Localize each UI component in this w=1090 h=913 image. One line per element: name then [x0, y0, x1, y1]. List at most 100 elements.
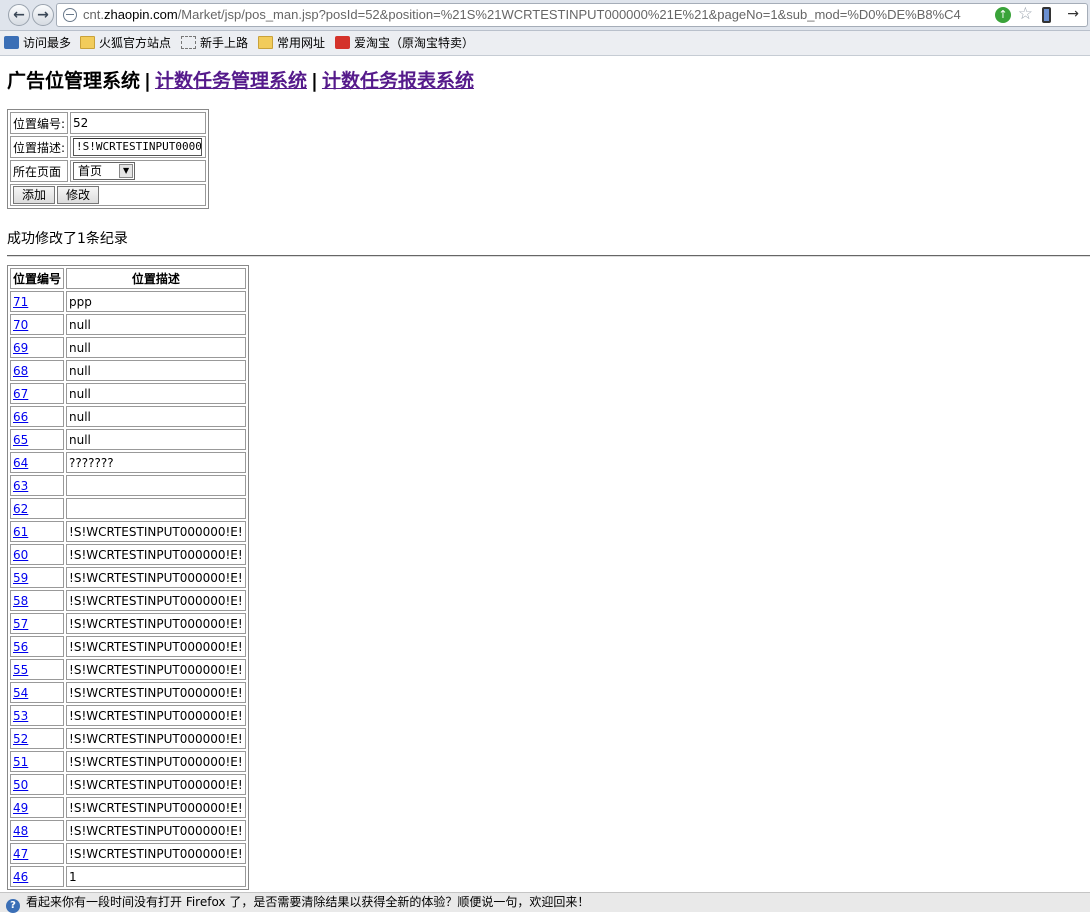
- table-row: 63: [10, 475, 246, 496]
- position-id-link[interactable]: 62: [13, 502, 28, 516]
- position-id-link[interactable]: 57: [13, 617, 28, 631]
- bookmark-most-visited[interactable]: 访问最多: [4, 34, 71, 52]
- position-id-cell: 58: [10, 590, 65, 611]
- count-task-management-link[interactable]: 计数任务管理系统: [155, 70, 307, 92]
- position-id-cell: 56: [10, 636, 65, 657]
- position-id-link[interactable]: 48: [13, 824, 28, 838]
- position-id-cell: 60: [10, 544, 65, 565]
- table-row: 56 !S!WCRTESTINPUT000000!E!: [10, 636, 246, 657]
- position-desc-cell: !S!WCRTESTINPUT000000!E!: [66, 705, 246, 726]
- modify-button[interactable]: 修改: [57, 186, 100, 204]
- position-id-link[interactable]: 53: [13, 709, 28, 723]
- position-desc-cell: !S!WCRTESTINPUT000000!E!: [66, 659, 246, 680]
- status-message: 成功修改了1条纪录: [7, 231, 128, 247]
- url-text[interactable]: cnt.zhaopin.com/Market/jsp/pos_man.jsp?p…: [83, 7, 961, 22]
- position-id-cell: 50: [10, 774, 65, 795]
- table-row: 53 !S!WCRTESTINPUT000000!E!: [10, 705, 246, 726]
- table-row: 65 null: [10, 429, 246, 450]
- mobile-sync-icon[interactable]: [1042, 7, 1051, 23]
- table-row: 67 null: [10, 383, 246, 404]
- position-id-link[interactable]: 70: [13, 318, 28, 332]
- position-id-link[interactable]: 71: [13, 295, 28, 309]
- add-button[interactable]: 添加: [13, 186, 56, 204]
- site-identity-icon[interactable]: [63, 8, 77, 22]
- position-form: 位置编号: 52 位置描述: !S!WCRTESTINPUT000000 所在页…: [7, 109, 210, 209]
- bookmark-firefox-site[interactable]: 火狐官方站点: [80, 34, 171, 52]
- position-id-cell: 52: [10, 728, 65, 749]
- position-id-cell: 48: [10, 820, 65, 841]
- position-id-link[interactable]: 66: [13, 410, 28, 424]
- position-id-link[interactable]: 47: [13, 847, 28, 861]
- bookmark-common-sites[interactable]: 常用网址: [258, 34, 325, 52]
- position-id-link[interactable]: 63: [13, 479, 28, 493]
- forward-arrow-icon[interactable]: →: [32, 4, 54, 26]
- position-id-cell: 63: [10, 475, 65, 496]
- folder-icon: [258, 36, 273, 49]
- position-desc-cell: !S!WCRTESTINPUT000000!E!: [66, 521, 246, 542]
- go-icon[interactable]: ↑: [995, 7, 1011, 23]
- bookmark-taobao[interactable]: 爱淘宝（原淘宝特卖）: [335, 34, 474, 52]
- position-id-link[interactable]: 50: [13, 778, 28, 792]
- position-id-cell: 57: [10, 613, 65, 634]
- position-id-link[interactable]: 69: [13, 341, 28, 355]
- position-desc-cell: !S!WCRTESTINPUT000000!E!: [66, 843, 246, 864]
- bookmark-star-icon[interactable]: ☆: [1018, 4, 1033, 24]
- position-desc-cell: ???????: [66, 452, 246, 473]
- table-row: 66 null: [10, 406, 246, 427]
- taobao-icon: [335, 36, 350, 49]
- position-id-cell: 69: [10, 337, 65, 358]
- position-id-cell: 64: [10, 452, 65, 473]
- position-id-link[interactable]: 67: [13, 387, 28, 401]
- position-id-link[interactable]: 49: [13, 801, 28, 815]
- position-id-link[interactable]: 55: [13, 663, 28, 677]
- notification-text: 看起来你有一段时间没有打开 Firefox 了，是否需要清除结果以获得全新的体验…: [26, 895, 590, 909]
- table-row: 70 null: [10, 314, 246, 335]
- position-desc-cell: ppp: [66, 291, 246, 312]
- position-id-cell: 46: [10, 866, 65, 887]
- page-select-cell: 首页 ▼: [70, 160, 207, 182]
- position-desc-cell: !S!WCRTESTINPUT000000!E!: [66, 590, 246, 611]
- browser-toolbar: ← → cnt.zhaopin.com/Market/jsp/pos_man.j…: [0, 0, 1090, 31]
- position-desc-cell: null: [66, 429, 246, 450]
- position-id-label: 位置编号:: [10, 112, 69, 134]
- position-id-link[interactable]: 61: [13, 525, 28, 539]
- position-id-link[interactable]: 54: [13, 686, 28, 700]
- position-id-link[interactable]: 60: [13, 548, 28, 562]
- address-bar[interactable]: cnt.zhaopin.com/Market/jsp/pos_man.jsp?p…: [56, 3, 1088, 27]
- position-id-cell: 53: [10, 705, 65, 726]
- position-desc-cell: !S!WCRTESTINPUT000000!E!: [66, 820, 246, 841]
- most-visited-icon: [4, 36, 19, 49]
- position-id-cell: 71: [10, 291, 65, 312]
- position-desc-cell: [66, 475, 246, 496]
- table-row: 48 !S!WCRTESTINPUT000000!E!: [10, 820, 246, 841]
- position-desc-cell: !S!WCRTESTINPUT000000!E!: [66, 544, 246, 565]
- position-id-cell: 54: [10, 682, 65, 703]
- position-id-cell: 70: [10, 314, 65, 335]
- back-arrow-icon[interactable]: ←: [8, 4, 30, 26]
- position-desc-input[interactable]: !S!WCRTESTINPUT000000: [73, 138, 203, 156]
- position-id-link[interactable]: 59: [13, 571, 28, 585]
- page-select[interactable]: 首页 ▼: [73, 162, 136, 180]
- page-title: 广告位管理系统: [7, 70, 141, 92]
- notification-bar: ? 看起来你有一段时间没有打开 Firefox 了，是否需要清除结果以获得全新的体…: [0, 892, 1090, 913]
- position-desc-cell: null: [66, 383, 246, 404]
- position-id-link[interactable]: 64: [13, 456, 28, 470]
- position-id-link[interactable]: 65: [13, 433, 28, 447]
- count-task-report-link[interactable]: 计数任务报表系统: [322, 70, 474, 92]
- position-desc-label: 位置描述:: [10, 136, 69, 158]
- bookmark-getting-started[interactable]: 新手上路: [181, 34, 248, 52]
- chevron-down-icon[interactable]: ▼: [119, 164, 134, 178]
- position-desc-cell: !S!WCRTESTINPUT000000!E!: [66, 751, 246, 772]
- position-id-cell: 66: [10, 406, 65, 427]
- position-id-link[interactable]: 46: [13, 870, 28, 884]
- position-desc-cell: !S!WCRTESTINPUT000000!E!: [66, 682, 246, 703]
- position-id-link[interactable]: 56: [13, 640, 28, 654]
- position-id-link[interactable]: 58: [13, 594, 28, 608]
- position-id-link[interactable]: 68: [13, 364, 28, 378]
- position-id-link[interactable]: 51: [13, 755, 28, 769]
- page-heading: 广告位管理系统 | 计数任务管理系统 | 计数任务报表系统: [7, 66, 474, 93]
- menu-arrow-icon[interactable]: →: [1067, 6, 1079, 22]
- position-id-link[interactable]: 52: [13, 732, 28, 746]
- position-desc-cell: !S!WCRTESTINPUT000000!E!: [66, 728, 246, 749]
- page-select-label: 所在页面: [10, 160, 69, 182]
